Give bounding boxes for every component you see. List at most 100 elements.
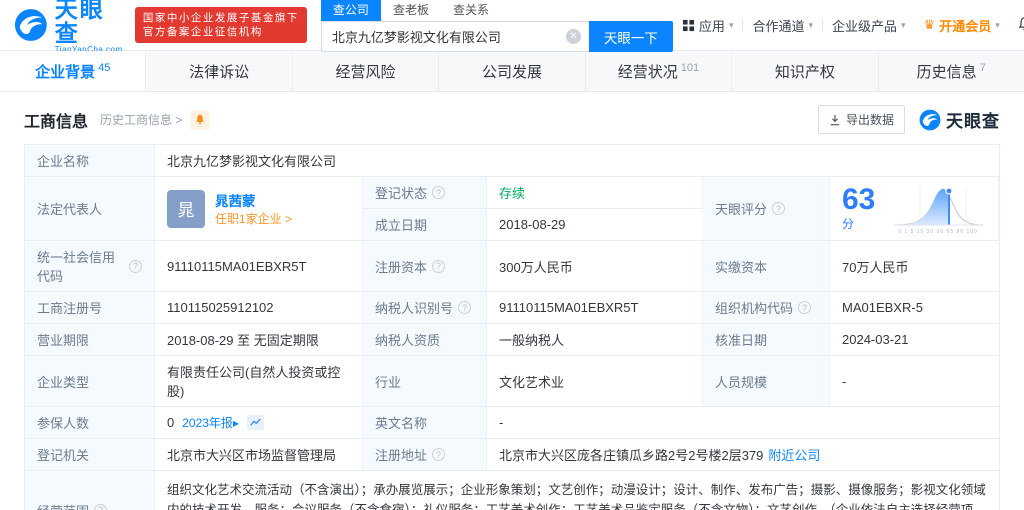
search-tab-company[interactable]: 查公司	[320, 0, 381, 21]
business-info-table: 企业名称 北京九亿梦影视文化有限公司 法定代表人 晁 晁茜蒙 任职1家企业 > …	[24, 144, 1000, 510]
table-row: 经营范围 组织文化艺术交流活动（不含演出）；承办展览展示；企业形象策划；文艺创作…	[25, 471, 999, 510]
field-value-business-term: 2018-08-29 至 无固定期限	[155, 324, 363, 356]
chevron-down-icon: ▾	[728, 19, 734, 30]
table-row: 统一社会信用代码 91110115MA01EBXR5T 注册资本 300万人民币…	[25, 241, 999, 292]
menu-cooperation-label: 合作通道	[752, 18, 805, 34]
tab-count: 7	[979, 62, 986, 74]
section-title: 工商信息	[24, 113, 89, 131]
field-value-org-code: MA01EBXR-5	[830, 292, 999, 324]
menu-open-membership[interactable]: ♛ 开通会员 ▾	[915, 16, 1009, 35]
score-marker-dot	[945, 186, 953, 195]
legal-rep-positions-link[interactable]: 任职1家企业 >	[215, 210, 292, 227]
trend-chart-button[interactable]	[246, 415, 264, 430]
menu-enterprise-label: 企业级产品	[832, 18, 898, 34]
bell-curve-chart	[893, 186, 984, 226]
table-row: 营业期限 2018-08-29 至 无固定期限 纳税人资质 一般纳税人 核准日期…	[25, 324, 999, 356]
field-value-english-name: -	[487, 407, 999, 439]
download-icon	[830, 114, 840, 125]
field-value-taxpayer-quality: 一般纳税人	[487, 324, 703, 356]
tab-label: 公司发展	[481, 63, 542, 81]
field-label-company-name: 企业名称	[25, 145, 155, 177]
nearby-companies-link[interactable]: 附近公司	[768, 445, 820, 464]
help-icon[interactable]	[432, 448, 446, 461]
notification-bell-button[interactable]	[1009, 16, 1024, 35]
grid-icon	[682, 19, 694, 31]
tab-label: 企业背景	[35, 63, 96, 81]
field-value-reg-status: 存续	[487, 177, 703, 209]
field-label-company-type: 企业类型	[25, 356, 155, 407]
help-icon[interactable]	[432, 186, 446, 199]
chevron-down-icon: ▾	[808, 19, 814, 30]
help-icon[interactable]	[772, 202, 786, 215]
field-value-reg-authority: 北京市大兴区市场监督管理局	[155, 439, 363, 471]
field-value-paid-capital: 70万人民币	[830, 241, 999, 292]
field-label-approval-date: 核准日期	[703, 324, 830, 356]
field-label-text: 天眼评分	[715, 202, 768, 217]
annual-report-link[interactable]: 2023年报▸	[182, 414, 239, 431]
export-data-button[interactable]: 导出数据	[817, 105, 905, 134]
top-menu: 应用 ▾ 合作通道 ▾ 企业级产品 ▾ ♛ 开通会员 ▾ 超级.. ▾	[673, 16, 1024, 35]
help-icon[interactable]	[798, 301, 812, 314]
field-value-insured-count: 0 2023年报▸	[155, 407, 363, 439]
field-label-taxpayer-id: 纳税人识别号	[363, 292, 487, 324]
menu-cooperation[interactable]: 合作通道 ▾	[743, 16, 822, 35]
help-icon[interactable]	[458, 301, 472, 314]
watermark-logo: 天眼查	[919, 107, 1000, 132]
search-input[interactable]	[320, 21, 589, 52]
top-header: 天眼查 TianYanCha.com 国家中小企业发展子基金旗下 官方备案企业征…	[0, 0, 1024, 54]
search-tab-boss[interactable]: 查老板	[381, 0, 441, 21]
score-value: 63	[842, 183, 876, 216]
insured-count: 0	[167, 415, 175, 430]
tab-company-background[interactable]: 企业背景 45	[0, 51, 147, 91]
tab-operating-status[interactable]: 经营状况 101	[586, 51, 733, 91]
subscribe-bell-button[interactable]	[190, 109, 211, 130]
help-icon[interactable]	[129, 259, 142, 273]
tab-intellectual-property[interactable]: 知识产权	[732, 51, 879, 91]
field-label-industry: 行业	[363, 356, 487, 407]
tab-count: 101	[680, 62, 700, 74]
search-tab-relation[interactable]: 查关系	[441, 0, 501, 21]
score-distribution-chart: 0 1 5 15 30 50 65 80 100	[890, 183, 986, 235]
legal-rep-name-link[interactable]: 晁茜蒙	[215, 190, 292, 210]
field-value-reg-capital: 300万人民币	[487, 241, 703, 292]
field-label-text: 经营范围	[37, 501, 89, 510]
help-icon[interactable]	[94, 503, 108, 510]
field-label-credit-code: 统一社会信用代码	[25, 241, 155, 292]
search-button[interactable]: 天眼一下	[588, 21, 673, 52]
field-label-reg-number: 工商注册号	[25, 292, 155, 324]
legal-rep-avatar[interactable]: 晁	[167, 189, 205, 228]
tianyancha-logo-icon	[919, 109, 941, 130]
tab-label: 法律诉讼	[189, 63, 250, 81]
field-label-score: 天眼评分	[703, 177, 830, 241]
menu-enterprise-products[interactable]: 企业级产品 ▾	[823, 16, 915, 35]
tab-operating-risk[interactable]: 经营风险	[293, 51, 440, 91]
export-data-label: 导出数据	[845, 113, 894, 127]
tianyancha-logo[interactable]: 天眼查 TianYanCha.com	[14, 0, 125, 54]
field-label-establish-date: 成立日期	[363, 209, 487, 241]
field-label-text: 纳税人识别号	[375, 301, 454, 316]
bell-icon	[196, 114, 205, 125]
search-area: 查公司 查老板 查关系 ✕ 天眼一下	[320, 0, 673, 52]
tab-history-info[interactable]: 历史信息 7	[879, 51, 1024, 91]
bell-icon	[1018, 16, 1024, 30]
chart-axis-ticks: 0 1 5 15 30 50 65 80 100	[898, 228, 978, 235]
tab-company-development[interactable]: 公司发展	[439, 51, 586, 91]
menu-apps[interactable]: 应用 ▾	[673, 16, 743, 35]
field-value-company-type: 有限责任公司(自然人投资或控股)	[155, 356, 363, 407]
score-unit: 分	[842, 217, 855, 231]
field-label-legal-rep: 法定代表人	[25, 177, 155, 241]
help-icon[interactable]	[432, 259, 446, 273]
tab-legal-proceedings[interactable]: 法律诉讼	[146, 51, 293, 91]
line-chart-icon	[250, 418, 261, 426]
official-badge: 国家中小企业发展子基金旗下 官方备案企业征信机构	[134, 7, 307, 43]
table-row: 企业类型 有限责任公司(自然人投资或控股) 行业 文化艺术业 人员规模 -	[25, 356, 999, 407]
field-label-taxpayer-quality: 纳税人资质	[363, 324, 487, 356]
field-value-reg-address: 北京市大兴区庞各庄镇瓜乡路2号2号楼2层379 附近公司	[487, 439, 999, 471]
clear-search-icon[interactable]: ✕	[565, 29, 581, 44]
watermark-logo-text: 天眼查	[946, 112, 1000, 131]
logo-title: 天眼查	[54, 0, 105, 46]
history-business-info-link[interactable]: 历史工商信息 >	[100, 111, 182, 128]
table-row: 法定代表人 晁 晁茜蒙 任职1家企业 > 登记状态 存续 天眼评分 63分	[25, 177, 999, 241]
field-label-text: 登记状态	[375, 186, 428, 201]
field-label-reg-authority: 登记机关	[25, 439, 155, 471]
